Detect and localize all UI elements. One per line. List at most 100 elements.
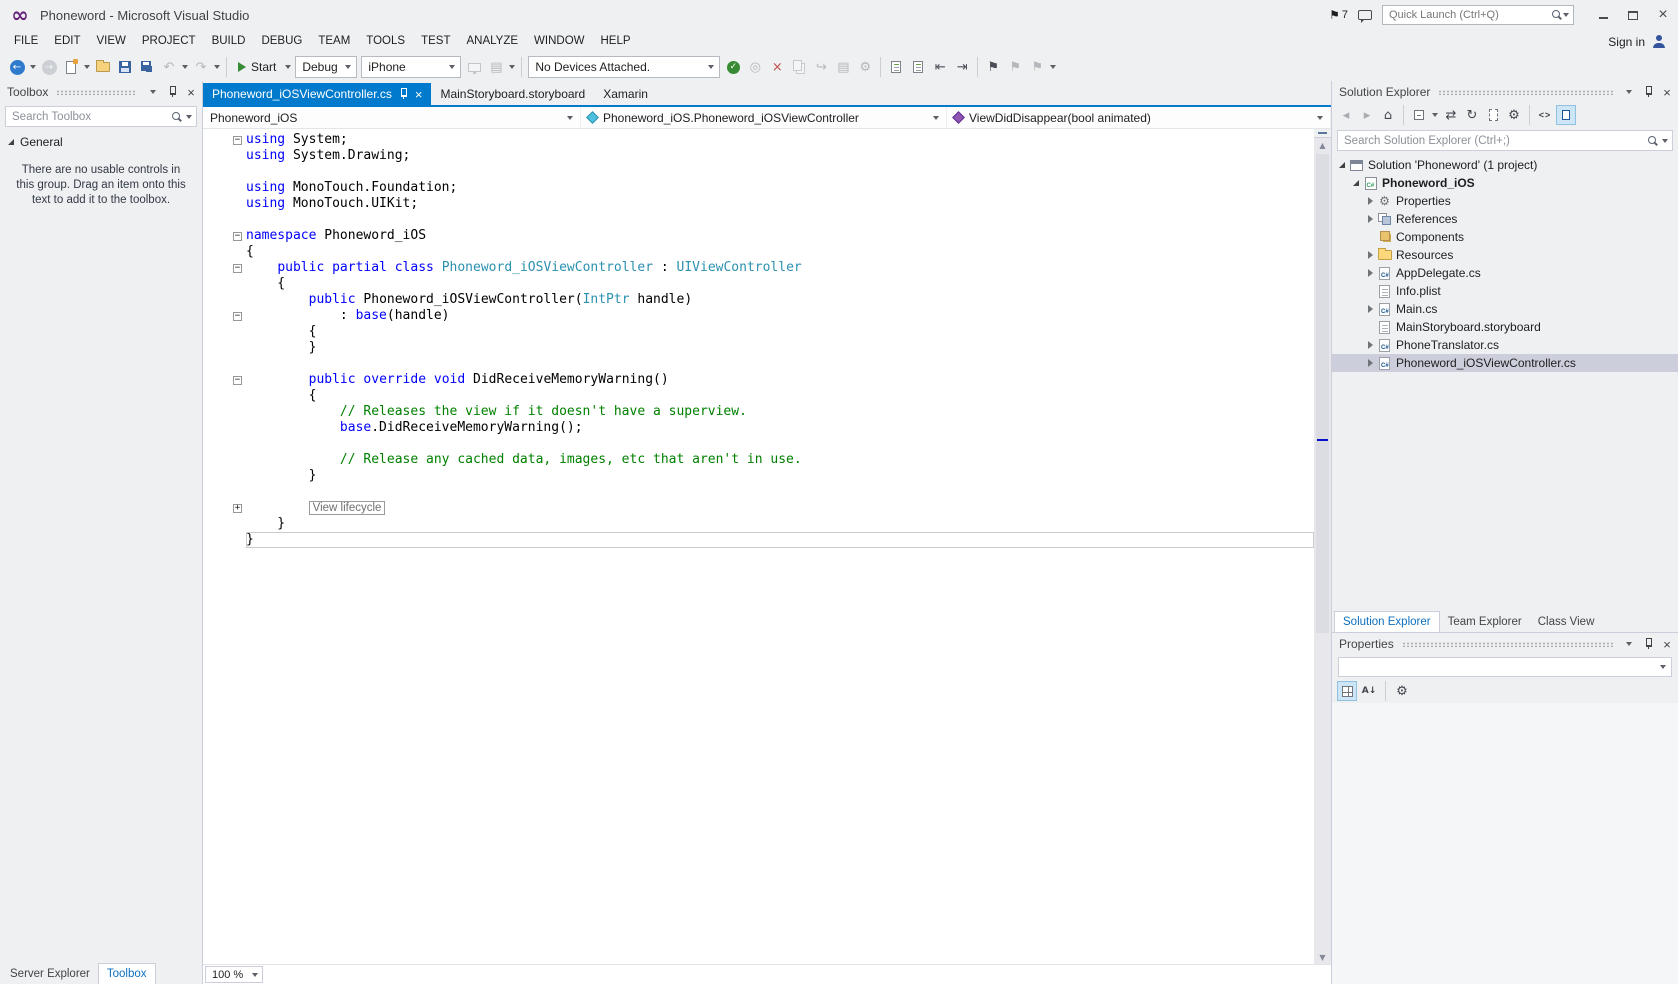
menu-team[interactable]: TEAM: [310, 30, 358, 53]
breakpoint-margin[interactable]: [203, 356, 229, 372]
scroll-down-arrow[interactable]: ▼: [1314, 950, 1331, 964]
device-target-combo[interactable]: No Devices Attached.: [528, 56, 720, 78]
collapse-all-icon[interactable]: [1409, 105, 1429, 125]
code-text[interactable]: }: [246, 516, 1314, 532]
sync-with-active-document-icon[interactable]: ⇄: [1441, 105, 1461, 125]
member-dropdown[interactable]: ViewDidDisappear(bool animated): [947, 107, 1331, 128]
expand-arrow-icon[interactable]: [1364, 359, 1376, 367]
vertical-scrollbar[interactable]: ▲ ▼: [1314, 129, 1331, 964]
properties-window-icon[interactable]: ⚙: [1504, 105, 1524, 125]
code-text[interactable]: [246, 356, 1314, 372]
panel-drag-handle[interactable]: [56, 90, 137, 95]
tree-item-components[interactable]: Components: [1332, 228, 1678, 246]
tree-item-mainstoryboard-storyboard[interactable]: MainStoryboard.storyboard: [1332, 318, 1678, 336]
breakpoint-margin[interactable]: [203, 388, 229, 404]
fold-toggle[interactable]: −: [229, 228, 246, 244]
window-position-button[interactable]: [1621, 84, 1637, 100]
undo-icon[interactable]: ↶: [158, 56, 180, 78]
properties-object-select[interactable]: [1338, 657, 1672, 677]
toolbar-options-dropdown[interactable]: [1048, 56, 1058, 78]
comment-icon[interactable]: [885, 56, 907, 78]
breakpoint-margin[interactable]: [203, 132, 229, 148]
code-text[interactable]: namespace Phoneword_iOS: [246, 228, 1314, 244]
close-panel-button[interactable]: [1659, 84, 1675, 100]
preview-selected-items-icon[interactable]: [1556, 105, 1576, 125]
tree-item-properties[interactable]: Properties: [1332, 192, 1678, 210]
toolbox-search-input[interactable]: Search Toolbox: [5, 106, 197, 127]
expand-arrow-icon[interactable]: [1350, 180, 1362, 186]
save-all-icon[interactable]: [136, 56, 158, 78]
breakpoint-margin[interactable]: [203, 244, 229, 260]
navigate-to-icon[interactable]: ↪: [810, 56, 832, 78]
tree-item-resources[interactable]: Resources: [1332, 246, 1678, 264]
navigate-backward-dropdown[interactable]: [28, 56, 38, 78]
scrollbar-thumb[interactable]: [1316, 154, 1329, 633]
sign-in-link[interactable]: Sign in: [1608, 35, 1645, 49]
breakpoint-margin[interactable]: [203, 196, 229, 212]
notifications-button[interactable]: 7: [1329, 8, 1348, 22]
toolbox-group-general[interactable]: General: [0, 130, 202, 149]
user-account-icon[interactable]: [1652, 35, 1666, 48]
decrease-indent-icon[interactable]: ⇤: [929, 56, 951, 78]
expand-arrow-icon[interactable]: [1364, 305, 1376, 313]
save-icon[interactable]: [114, 56, 136, 78]
pin-icon[interactable]: [399, 88, 408, 100]
window-position-button[interactable]: [145, 84, 161, 100]
breakpoint-margin[interactable]: [203, 260, 229, 276]
window-layout-icon[interactable]: [788, 56, 810, 78]
tab-solution-explorer[interactable]: Solution Explorer: [1334, 611, 1440, 632]
window-position-button[interactable]: [1621, 636, 1637, 652]
tree-item-references[interactable]: References: [1332, 210, 1678, 228]
zoom-select[interactable]: 100 %: [205, 966, 263, 983]
editor-split-handle[interactable]: [1314, 129, 1331, 138]
breakpoint-margin[interactable]: [203, 308, 229, 324]
increase-indent-icon[interactable]: ⇥: [951, 56, 973, 78]
breakpoint-margin[interactable]: [203, 516, 229, 532]
code-text[interactable]: public override void DidReceiveMemoryWar…: [246, 372, 1314, 388]
home-icon[interactable]: ⌂: [1378, 105, 1398, 125]
start-dropdown[interactable]: [283, 56, 293, 78]
code-text[interactable]: [246, 212, 1314, 228]
menu-view[interactable]: VIEW: [89, 30, 134, 53]
breakpoint-margin[interactable]: [203, 276, 229, 292]
code-text[interactable]: View lifecycle: [246, 500, 1314, 516]
tab-xamarin[interactable]: Xamarin: [594, 83, 657, 105]
expand-arrow-icon[interactable]: [1364, 197, 1376, 205]
tab-server-explorer[interactable]: Server Explorer: [2, 963, 98, 984]
code-text[interactable]: using System.Drawing;: [246, 148, 1314, 164]
breakpoint-margin[interactable]: [203, 292, 229, 308]
navigate-forward-icon[interactable]: →: [38, 56, 60, 78]
code-text[interactable]: using MonoTouch.Foundation;: [246, 180, 1314, 196]
property-pages-icon[interactable]: ⚙: [1392, 681, 1412, 701]
breakpoint-margin[interactable]: [203, 372, 229, 388]
menu-test[interactable]: TEST: [413, 30, 458, 53]
scroll-up-arrow[interactable]: ▲: [1314, 138, 1331, 152]
code-text[interactable]: }: [246, 532, 1314, 548]
breakpoint-margin[interactable]: [203, 340, 229, 356]
code-text[interactable]: }: [246, 468, 1314, 484]
menu-edit[interactable]: EDIT: [46, 30, 88, 53]
close-icon[interactable]: ×: [415, 88, 423, 101]
solution-search-input[interactable]: Search Solution Explorer (Ctrl+;): [1337, 130, 1673, 151]
tab-phoneword-iosviewcontroller-cs[interactable]: Phoneword_iOSViewController.cs×: [203, 83, 431, 105]
code-text[interactable]: [246, 484, 1314, 500]
pair-to-mac-icon[interactable]: [463, 56, 485, 78]
breakpoint-margin[interactable]: [203, 180, 229, 196]
menu-tools[interactable]: TOOLS: [358, 30, 413, 53]
device-status-icon[interactable]: ✓: [722, 56, 744, 78]
code-text[interactable]: [246, 164, 1314, 180]
feedback-icon[interactable]: [1358, 10, 1372, 20]
tab-team-explorer[interactable]: Team Explorer: [1440, 611, 1530, 632]
breakpoint-margin[interactable]: [203, 484, 229, 500]
code-text[interactable]: {: [246, 244, 1314, 260]
expand-arrow-icon[interactable]: [1364, 269, 1376, 277]
breakpoint-margin[interactable]: [203, 228, 229, 244]
ios-simulator-icon[interactable]: ▤: [485, 56, 507, 78]
code-text[interactable]: public partial class Phoneword_iOSViewCo…: [246, 260, 1314, 276]
menu-project[interactable]: PROJECT: [134, 30, 204, 53]
error-list-icon[interactable]: ▤: [832, 56, 854, 78]
tree-item-info-plist[interactable]: Info.plist: [1332, 282, 1678, 300]
code-text[interactable]: }: [246, 340, 1314, 356]
show-all-files-icon[interactable]: [1483, 105, 1503, 125]
code-text[interactable]: public Phoneword_iOSViewController(IntPt…: [246, 292, 1314, 308]
